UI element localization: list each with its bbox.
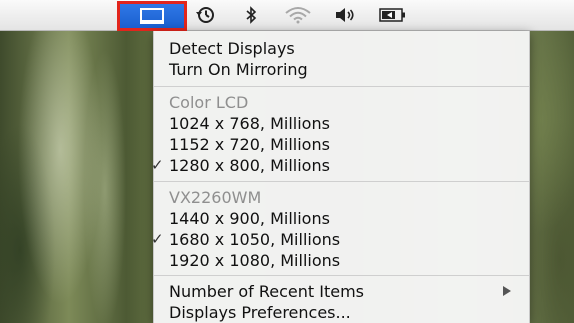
resolution-label: 1920 x 1080, Millions [169, 251, 341, 270]
displays-dropdown-menu: Detect Displays Turn On Mirroring Color … [151, 31, 530, 323]
displays-icon[interactable] [117, 1, 187, 31]
menu-separator [154, 181, 529, 182]
display-name-label: Color LCD [169, 93, 249, 112]
battery-icon[interactable] [378, 6, 408, 24]
resolution-label: 1680 x 1050, Millions [169, 230, 341, 249]
resolution-item[interactable]: 1440 x 900, Millions [154, 208, 529, 229]
bluetooth-icon[interactable] [244, 6, 258, 24]
display-name-label: VX2260WM [169, 188, 262, 207]
submenu-arrow-icon [503, 286, 511, 296]
turn-on-mirroring-item[interactable]: Turn On Mirroring [154, 59, 529, 80]
detect-displays-label: Detect Displays [169, 39, 295, 58]
resolution-item-selected[interactable]: ✓ 1280 x 800, Millions [151, 155, 529, 176]
display-header-vx2260wm: VX2260WM [154, 187, 529, 208]
desktop: Detect Displays Turn On Mirroring Color … [0, 0, 574, 323]
resolution-label: 1152 x 720, Millions [169, 135, 330, 154]
turn-on-mirroring-label: Turn On Mirroring [169, 60, 308, 79]
number-of-recent-items-item[interactable]: Number of Recent Items [154, 281, 529, 302]
checkmark-icon: ✓ [151, 156, 164, 174]
checkmark-icon: ✓ [151, 230, 164, 248]
menu-separator [154, 275, 529, 276]
resolution-label: 1440 x 900, Millions [169, 209, 330, 228]
resolution-item-selected[interactable]: ✓ 1680 x 1050, Millions [151, 229, 529, 250]
resolution-label: 1280 x 800, Millions [169, 156, 330, 175]
resolution-item[interactable]: 1024 x 768, Millions [154, 113, 529, 134]
resolution-item[interactable]: 1152 x 720, Millions [154, 134, 529, 155]
display-header-color-lcd: Color LCD [154, 92, 529, 113]
wifi-icon[interactable] [282, 6, 314, 24]
resolution-label: 1024 x 768, Millions [169, 114, 330, 133]
detect-displays-item[interactable]: Detect Displays [154, 38, 529, 59]
resolution-item[interactable]: 1920 x 1080, Millions [154, 250, 529, 271]
volume-icon[interactable] [333, 6, 359, 24]
menu-separator [154, 86, 529, 87]
time-machine-icon[interactable] [196, 6, 216, 24]
displays-preferences-item[interactable]: Displays Preferences... [154, 302, 529, 323]
displays-preferences-label: Displays Preferences... [169, 303, 351, 322]
menu-bar [0, 0, 574, 31]
recent-items-label: Number of Recent Items [169, 282, 365, 301]
